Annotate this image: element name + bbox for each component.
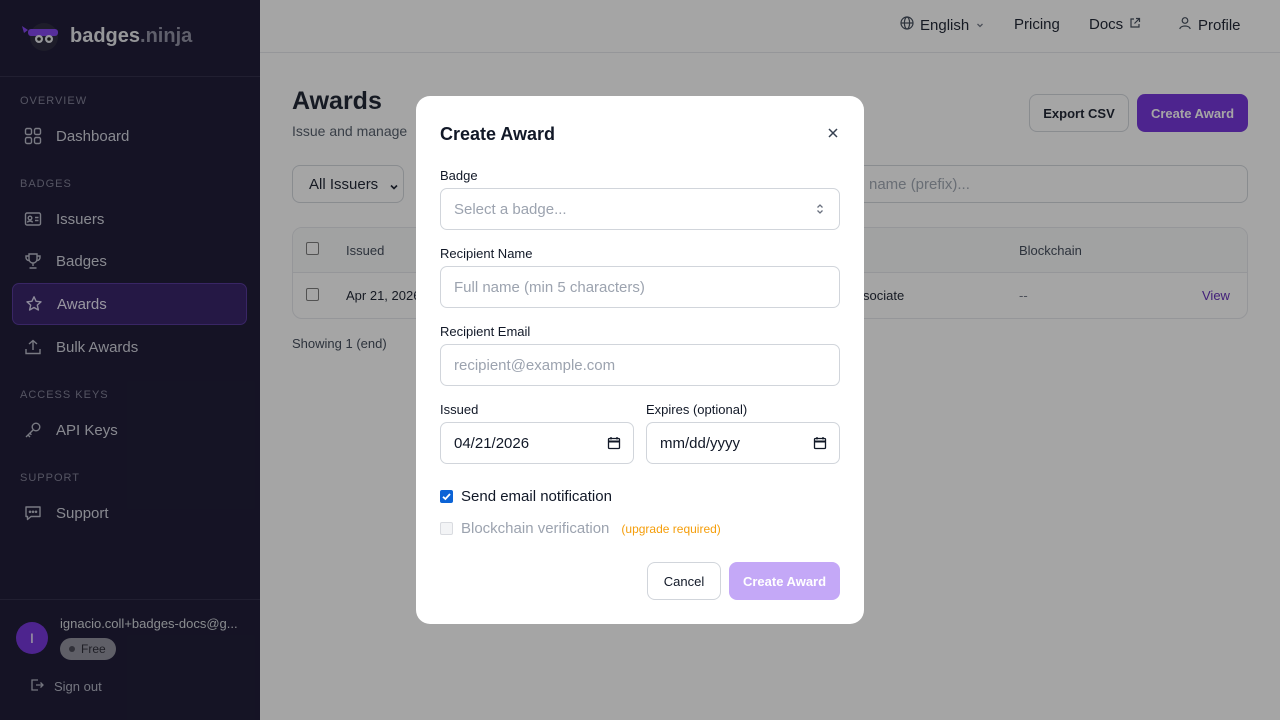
expires-date-input[interactable]: mm/dd/yyyy <box>646 422 840 464</box>
send-email-label: Send email notification <box>461 488 612 505</box>
badge-label: Badge <box>440 168 478 183</box>
cancel-button[interactable]: Cancel <box>647 562 721 600</box>
blockchain-row: Blockchain verification (upgrade require… <box>440 520 721 537</box>
calendar-icon[interactable] <box>607 436 621 450</box>
recipient-name-input[interactable]: Full name (min 5 characters) <box>440 266 840 308</box>
expires-date-placeholder: mm/dd/yyyy <box>660 434 741 452</box>
send-email-checkbox[interactable] <box>440 490 453 503</box>
recipient-email-label: Recipient Email <box>440 324 531 339</box>
modal-title: Create Award <box>440 124 556 144</box>
issued-date-input[interactable]: 04/21/2026 <box>440 422 634 464</box>
blockchain-label: Blockchain verification <box>461 520 610 537</box>
recipient-name-label: Recipient Name <box>440 246 533 261</box>
expires-label: Expires (optional) <box>646 402 748 417</box>
send-email-row[interactable]: Send email notification <box>440 488 612 505</box>
chevron-up-down-icon <box>813 202 827 216</box>
blockchain-checkbox[interactable] <box>440 522 453 535</box>
badge-select-placeholder: Select a badge... <box>454 200 567 218</box>
badge-select[interactable]: Select a badge... <box>440 188 840 230</box>
submit-create-award-button[interactable]: Create Award <box>729 562 840 600</box>
calendar-icon[interactable] <box>813 436 827 450</box>
issued-label: Issued <box>440 402 479 417</box>
issued-date-value: 04/21/2026 <box>454 434 530 452</box>
recipient-email-input[interactable]: recipient@example.com <box>440 344 840 386</box>
create-award-modal: Create Award Badge Select a badge... Rec… <box>416 96 864 624</box>
upgrade-note: (upgrade required) <box>621 521 721 536</box>
close-icon[interactable] <box>826 126 840 140</box>
